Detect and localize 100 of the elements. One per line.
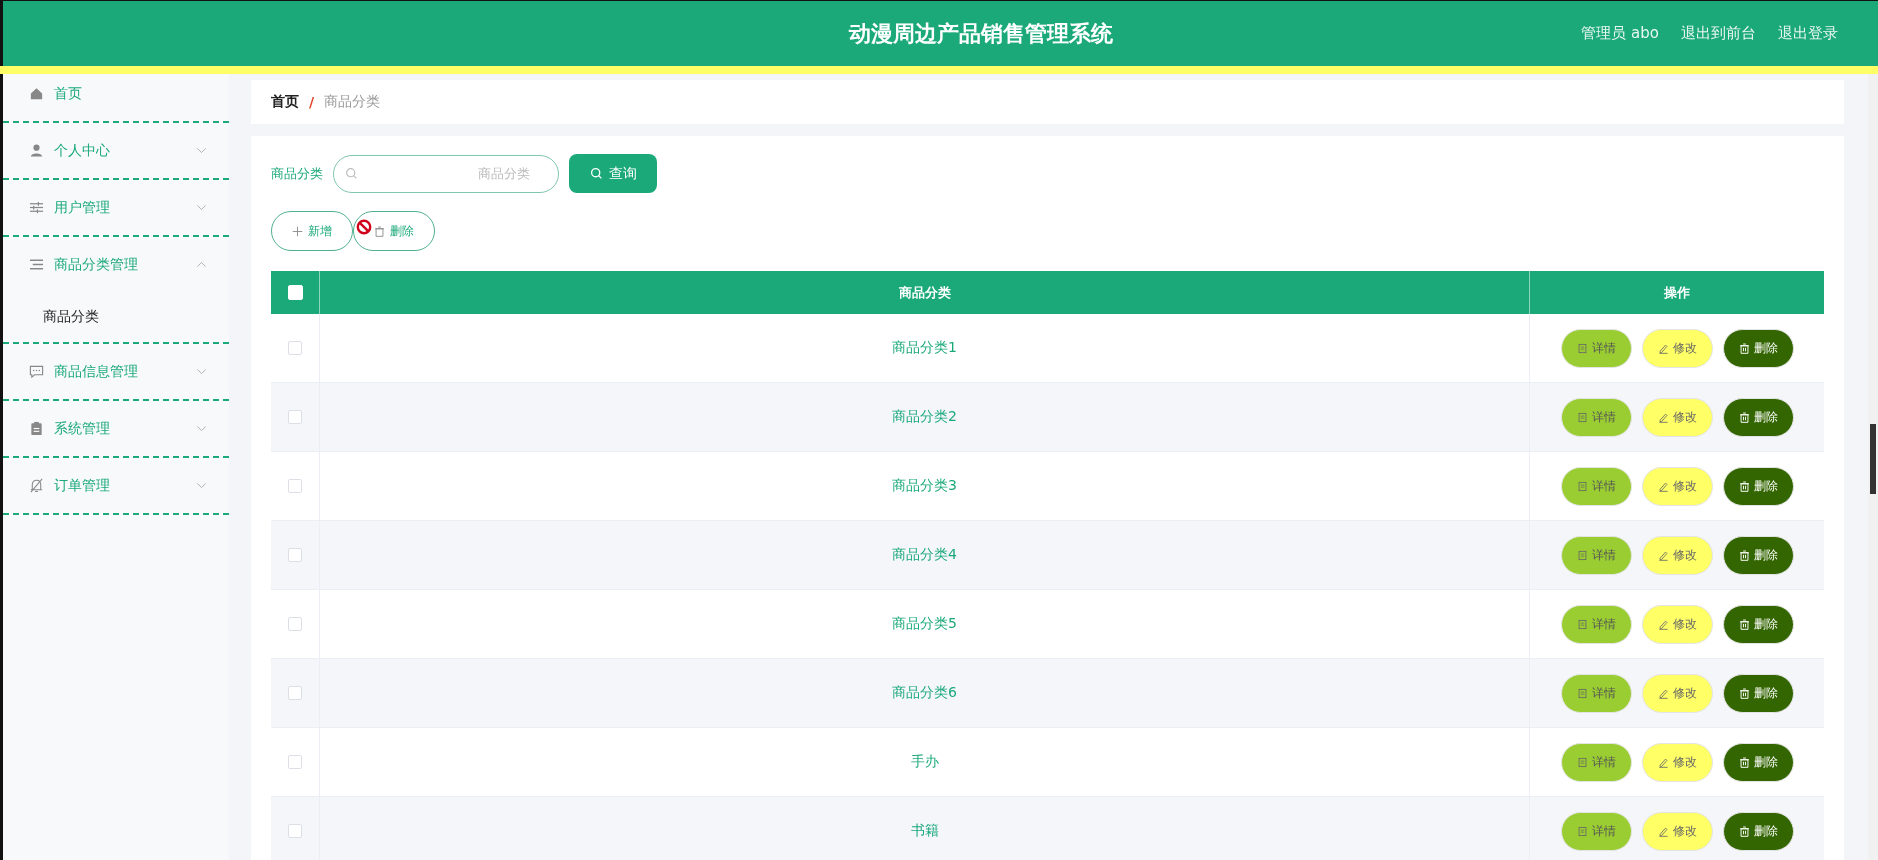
trash-icon <box>1738 825 1750 837</box>
edit-button[interactable]: 修改 <box>1641 535 1713 575</box>
detail-button[interactable]: 详情 <box>1560 397 1632 437</box>
row-checkbox[interactable] <box>288 755 302 769</box>
delete-button[interactable]: 删除 <box>1722 535 1794 575</box>
delete-button[interactable]: 删除 <box>1722 397 1794 437</box>
detail-button[interactable]: 详情 <box>1560 742 1632 782</box>
column-header: 操作 <box>1663 283 1691 302</box>
select-all-checkbox[interactable] <box>287 285 303 300</box>
pencil-icon <box>1657 342 1669 354</box>
row-checkbox[interactable] <box>288 410 302 424</box>
delete-button[interactable]: 删除 <box>1722 673 1794 713</box>
delete-button[interactable]: 删除 <box>1722 328 1794 368</box>
pencil-icon <box>1657 687 1669 699</box>
app-title: 动漫周边产品销售管理系统 <box>847 19 1113 48</box>
document-icon <box>1576 825 1588 837</box>
field-label: 商品分类 <box>271 164 323 183</box>
search-icon <box>589 167 603 180</box>
chevron-down-icon <box>196 202 207 213</box>
delete-button[interactable]: 删除 <box>353 211 435 251</box>
pencil-icon <box>1657 618 1669 630</box>
edit-button[interactable]: 修改 <box>1641 328 1713 368</box>
table-cell: 商品分类5 <box>320 590 1530 658</box>
sidebar-subitem[interactable]: 商品分类 <box>3 292 229 342</box>
scrollbar[interactable] <box>1868 74 1878 860</box>
document-icon <box>1576 549 1588 561</box>
detail-button[interactable]: 详情 <box>1560 328 1632 368</box>
document-icon <box>1576 618 1588 630</box>
row-checkbox[interactable] <box>288 686 302 700</box>
search-field[interactable]: 商品分类 <box>333 154 559 193</box>
bell-off-icon <box>29 478 44 493</box>
row-checkbox[interactable] <box>288 548 302 562</box>
edit-button[interactable]: 修改 <box>1641 811 1713 851</box>
prohibited-icon <box>356 219 372 235</box>
table-cell: 手办 <box>320 728 1530 796</box>
chevron-down-icon <box>196 145 207 156</box>
document-icon <box>1576 756 1588 768</box>
detail-button[interactable]: 详情 <box>1560 673 1632 713</box>
row-checkbox[interactable] <box>288 341 302 355</box>
trash-icon <box>1738 480 1750 492</box>
plus-icon <box>292 225 303 237</box>
table-cell: 书籍 <box>320 797 1530 860</box>
table-cell: 商品分类2 <box>320 383 1530 451</box>
table-cell: 商品分类3 <box>320 452 1530 520</box>
sidebar-item[interactable]: 个人中心 <box>3 123 229 178</box>
delete-button[interactable]: 删除 <box>1722 604 1794 644</box>
add-button[interactable]: 新增 <box>271 211 353 251</box>
scrollbar-thumb[interactable] <box>1870 424 1876 494</box>
breadcrumb-item: 商品分类 <box>324 93 381 111</box>
edit-button[interactable]: 修改 <box>1641 466 1713 506</box>
sidebar-item[interactable]: 商品分类管理 <box>3 237 229 292</box>
row-checkbox[interactable] <box>288 479 302 493</box>
header-link[interactable]: 退出到前台 <box>1681 24 1756 43</box>
sidebar-item[interactable]: 用户管理 <box>3 180 229 235</box>
search-button[interactable]: 查询 <box>569 154 657 193</box>
list-icon <box>29 257 44 272</box>
pencil-icon <box>1657 825 1669 837</box>
table-cell: 商品分类6 <box>320 659 1530 727</box>
sidebar-item[interactable]: 首页 <box>3 74 229 121</box>
trash-icon <box>374 225 385 237</box>
user-menu[interactable]: 管理员 abo <box>1581 24 1659 43</box>
row-checkbox[interactable] <box>288 617 302 631</box>
detail-button[interactable]: 详情 <box>1560 604 1632 644</box>
sidebar-item[interactable]: 商品信息管理 <box>3 344 229 399</box>
table-cell: 商品分类1 <box>320 314 1530 382</box>
edit-button[interactable]: 修改 <box>1641 673 1713 713</box>
breadcrumb-item[interactable]: 首页 <box>271 93 299 111</box>
document-icon <box>1576 687 1588 699</box>
detail-button[interactable]: 详情 <box>1560 535 1632 575</box>
trash-icon <box>1738 687 1750 699</box>
document-icon <box>1576 480 1588 492</box>
trash-icon <box>1738 342 1750 354</box>
detail-button[interactable]: 详情 <box>1560 811 1632 851</box>
edit-button[interactable]: 修改 <box>1641 742 1713 782</box>
table-cell: 商品分类4 <box>320 521 1530 589</box>
trash-icon <box>1738 618 1750 630</box>
document-icon <box>1576 342 1588 354</box>
edit-button[interactable]: 修改 <box>1641 397 1713 437</box>
sidebar-item[interactable]: 订单管理 <box>3 458 229 513</box>
delete-button[interactable]: 删除 <box>1722 466 1794 506</box>
pencil-icon <box>1657 756 1669 768</box>
detail-button[interactable]: 详情 <box>1560 466 1632 506</box>
pencil-icon <box>1657 411 1669 423</box>
chevron-up-icon <box>196 259 207 270</box>
user-icon <box>29 143 44 158</box>
chat-icon <box>29 364 44 379</box>
clipboard-icon <box>29 421 44 436</box>
delete-button[interactable]: 删除 <box>1722 742 1794 782</box>
document-icon <box>1576 411 1588 423</box>
pencil-icon <box>1657 549 1669 561</box>
chevron-down-icon <box>196 423 207 434</box>
home-icon <box>29 86 44 101</box>
pencil-icon <box>1657 480 1669 492</box>
chevron-down-icon <box>196 480 207 491</box>
header-link[interactable]: 退出登录 <box>1778 24 1838 43</box>
delete-button[interactable]: 删除 <box>1722 811 1794 851</box>
sliders-icon <box>29 200 44 215</box>
sidebar-item[interactable]: 系统管理 <box>3 401 229 456</box>
row-checkbox[interactable] <box>288 824 302 838</box>
edit-button[interactable]: 修改 <box>1641 604 1713 644</box>
